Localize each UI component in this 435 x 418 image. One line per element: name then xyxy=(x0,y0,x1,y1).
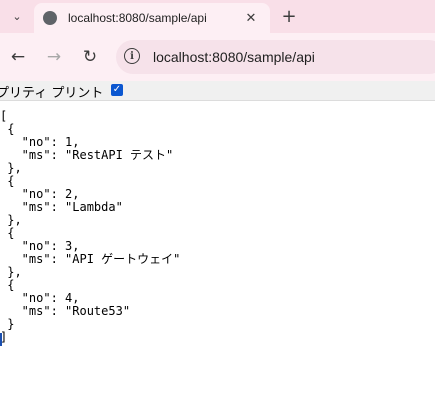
json-line: [ xyxy=(0,109,8,123)
close-tab-icon[interactable]: ✕ xyxy=(241,8,261,28)
json-line: "ms": "RestAPI テスト" xyxy=(0,148,174,162)
address-bar[interactable]: i localhost:8080/sample/api xyxy=(116,40,435,74)
globe-icon xyxy=(43,11,57,25)
text-cursor xyxy=(0,333,2,346)
tab-title: localhost:8080/sample/api xyxy=(68,11,207,25)
new-tab-button[interactable]: + xyxy=(278,5,300,27)
forward-arrow-icon[interactable]: → xyxy=(42,45,66,69)
json-line: "ms": "Route53" xyxy=(0,304,131,318)
reload-icon[interactable]: ↻ xyxy=(78,45,102,69)
tab-search-dropdown-icon[interactable]: ⌄ xyxy=(6,5,28,27)
active-tab[interactable]: localhost:8080/sample/api ✕ xyxy=(34,3,270,33)
site-info-icon[interactable]: i xyxy=(124,48,140,64)
pretty-print-label: プリティ プリント xyxy=(0,86,104,101)
json-line: }, xyxy=(0,265,22,279)
json-line: ] xyxy=(0,330,8,344)
json-line: "ms": "API ゲートウェイ" xyxy=(0,252,181,266)
json-line: }, xyxy=(0,213,22,227)
url-text[interactable]: localhost:8080/sample/api xyxy=(153,49,315,65)
browser-toolbar: ← → ↻ i localhost:8080/sample/api xyxy=(0,33,435,81)
json-line: "ms": "Lambda" xyxy=(0,200,123,214)
json-line: } xyxy=(0,317,15,331)
pretty-print-bar: プリティ プリント ✓ xyxy=(0,81,435,101)
json-line: }, xyxy=(0,161,22,175)
pretty-print-checkbox[interactable]: ✓ xyxy=(111,84,123,96)
tab-strip: ⌄ localhost:8080/sample/api ✕ + xyxy=(0,0,435,33)
json-output: [ { "no": 1, "ms": "RestAPI テスト" }, { "n… xyxy=(0,110,435,344)
back-arrow-icon[interactable]: ← xyxy=(6,45,30,69)
